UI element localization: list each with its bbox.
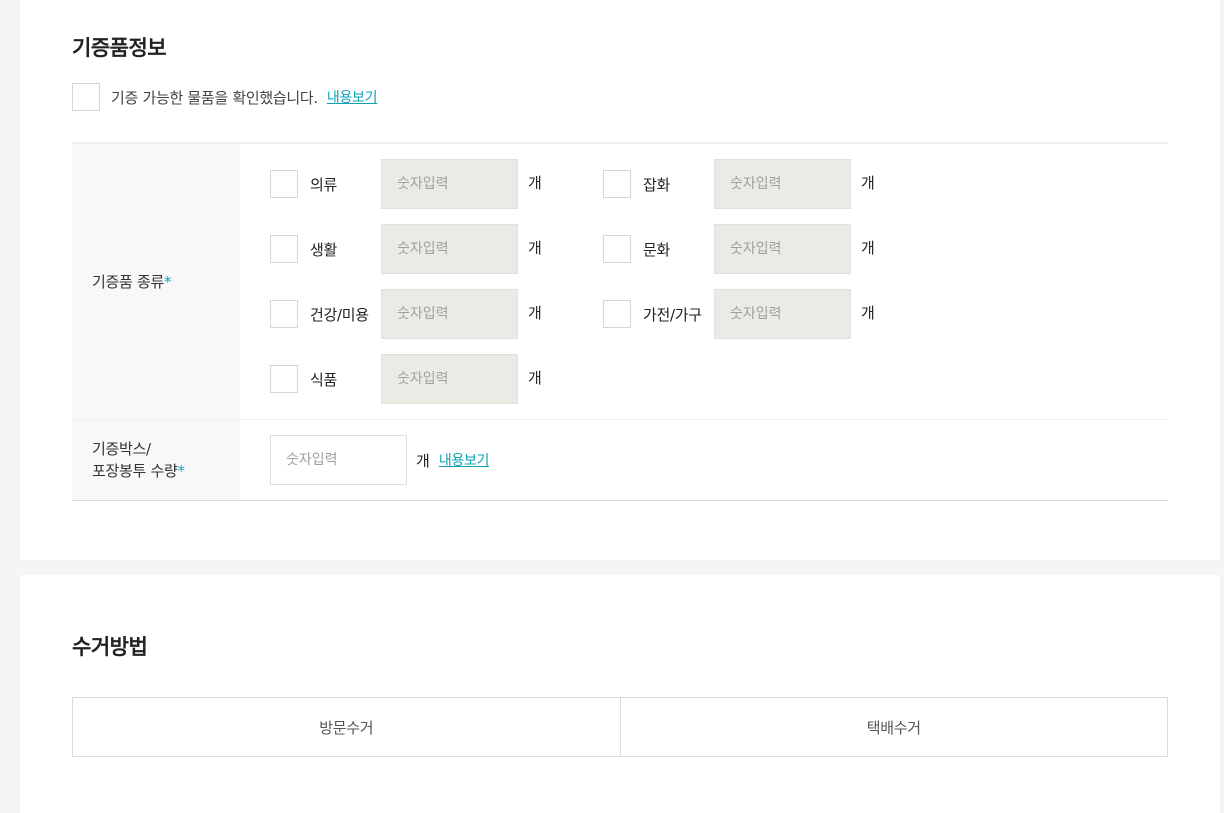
- item-clothing-label: 의류: [310, 175, 338, 194]
- item-health-beauty-unit: 개: [528, 304, 542, 322]
- agree-row: 기증 가능한 물품을 확인했습니다. 내용보기: [72, 83, 378, 111]
- agree-view-link[interactable]: 내용보기: [327, 87, 378, 107]
- row-head-box-quantity: 기증박스/ 포장봉투 수량*: [72, 420, 240, 500]
- types-label: 기증품 종류: [92, 272, 164, 291]
- form-row-box-quantity: 기증박스/ 포장봉투 수량* 개 내용보기: [72, 420, 1168, 501]
- item-clothing-quantity-input[interactable]: [381, 159, 518, 209]
- agree-checkbox[interactable]: [72, 83, 100, 111]
- item-living-checkbox[interactable]: [270, 235, 298, 263]
- pickup-method-panel: 수거방법 방문수거 택배수거: [20, 575, 1220, 813]
- item-appliance-furniture-quantity-input[interactable]: [714, 289, 851, 339]
- item-goods-unit: 개: [861, 174, 875, 192]
- item-health-beauty-label: 건강/미용: [310, 305, 369, 324]
- pickup-visit-button[interactable]: 방문수거: [73, 698, 620, 756]
- item-appliance-furniture-unit: 개: [861, 304, 875, 322]
- item-culture-checkbox[interactable]: [603, 235, 631, 263]
- item-culture: 문화 개: [603, 224, 875, 274]
- item-living: 생활 개: [270, 224, 542, 274]
- box-label-line2-wrap: 포장봉투 수량*: [92, 460, 185, 482]
- section-title-donation-info: 기증품정보: [72, 36, 167, 60]
- item-living-quantity-input[interactable]: [381, 224, 518, 274]
- item-goods-checkbox[interactable]: [603, 170, 631, 198]
- row-head-types: 기증품 종류 *: [72, 144, 240, 419]
- item-culture-label: 문화: [643, 240, 671, 259]
- item-living-label: 생활: [310, 240, 338, 259]
- pickup-courier-button[interactable]: 택배수거: [619, 698, 1168, 756]
- types-body: 의류 개 잡화 개 생활 개 문화: [240, 144, 1168, 419]
- box-quantity-body: 개 내용보기: [240, 420, 1168, 500]
- item-health-beauty-checkbox[interactable]: [270, 300, 298, 328]
- item-food-checkbox[interactable]: [270, 365, 298, 393]
- item-food-label: 식품: [310, 370, 338, 389]
- donation-info-panel: 기증품정보 기증 가능한 물품을 확인했습니다. 내용보기 기증품 종류 * 의류…: [20, 0, 1220, 560]
- item-goods-label: 잡화: [643, 175, 671, 194]
- required-mark: *: [163, 272, 172, 291]
- box-quantity-input[interactable]: [270, 435, 407, 485]
- item-appliance-furniture-label: 가전/가구: [643, 305, 702, 324]
- item-food: 식품 개: [270, 354, 542, 404]
- item-clothing-unit: 개: [528, 174, 542, 192]
- section-title-pickup: 수거방법: [72, 635, 148, 659]
- item-clothing: 의류 개: [270, 159, 542, 209]
- donation-form-table: 기증품 종류* 의류 개 잡화 개 생활: [72, 142, 1168, 501]
- item-culture-unit: 개: [861, 239, 875, 257]
- agree-text: 기증 가능한 물품을 확인했습니다.: [111, 88, 318, 107]
- item-living-unit: 개: [528, 239, 542, 257]
- box-view-link[interactable]: 내용보기: [439, 450, 490, 470]
- required-mark: *: [177, 462, 185, 480]
- form-row-types: 기증품 종류* 의류 개 잡화 개 생활: [72, 144, 1168, 420]
- item-culture-quantity-input[interactable]: [714, 224, 851, 274]
- box-label-line1: 기증박스/: [92, 440, 151, 458]
- item-food-quantity-input[interactable]: [381, 354, 518, 404]
- box-quantity-unit: 개: [416, 451, 430, 470]
- item-goods: 잡화 개: [603, 159, 875, 209]
- box-label-line2: 포장봉투 수량: [92, 462, 178, 480]
- item-health-beauty-quantity-input[interactable]: [381, 289, 518, 339]
- item-clothing-checkbox[interactable]: [270, 170, 298, 198]
- pickup-method-group: 방문수거 택배수거: [72, 697, 1168, 757]
- item-appliance-furniture-checkbox[interactable]: [603, 300, 631, 328]
- item-appliance-furniture: 가전/가구 개: [603, 289, 875, 339]
- item-health-beauty: 건강/미용 개: [270, 289, 542, 339]
- box-label: 기증박스/ 포장봉투 수량*: [92, 438, 185, 482]
- item-food-unit: 개: [528, 369, 542, 387]
- box-quantity-row: 개 내용보기: [270, 435, 489, 485]
- item-goods-quantity-input[interactable]: [714, 159, 851, 209]
